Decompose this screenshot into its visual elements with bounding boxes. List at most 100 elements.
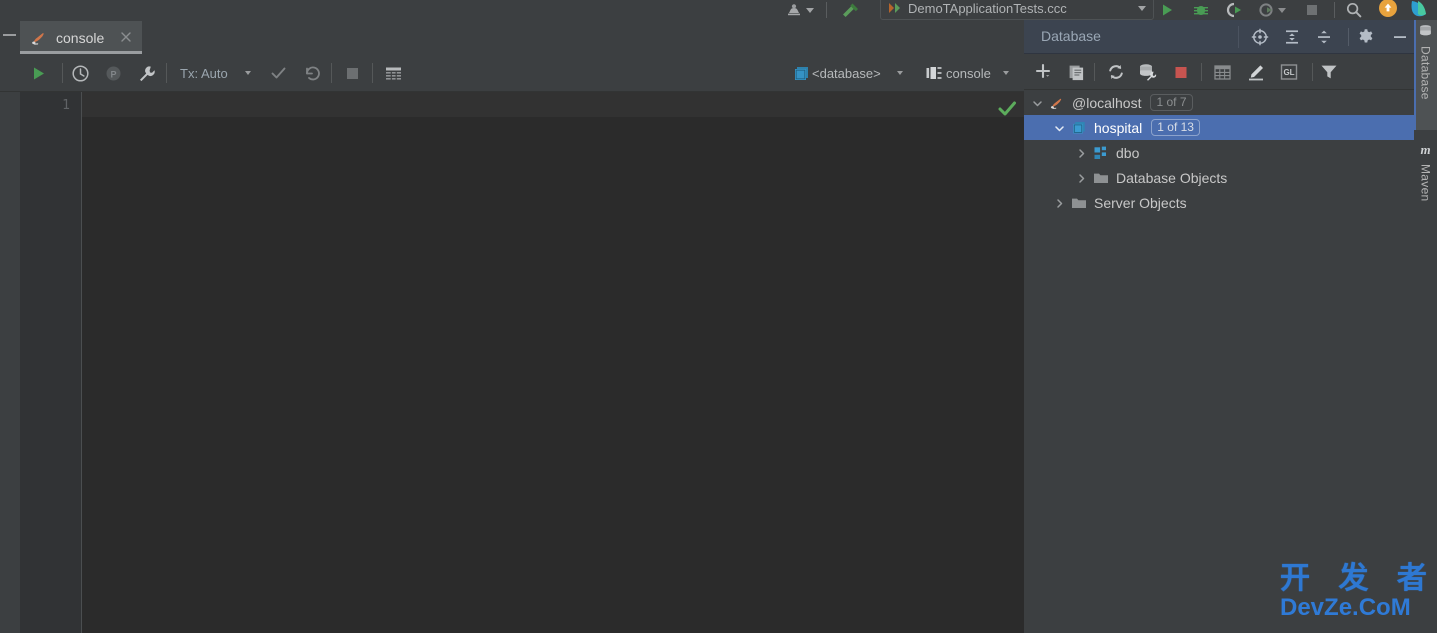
db-toolbar-sep-c (1312, 63, 1313, 81)
console-toolbar: P Tx: Auto <database> console (0, 54, 1024, 92)
svg-text:GL: GL (1283, 68, 1294, 77)
toolbar-sep-a (62, 63, 63, 83)
svg-text:P: P (110, 69, 116, 79)
tree-node-label: dbo (1116, 144, 1140, 161)
maven-m-icon: m (1418, 142, 1433, 160)
svg-text:m: m (1420, 142, 1430, 157)
ok-check-icon[interactable] (996, 98, 1018, 120)
chevron-right-icon[interactable] (1054, 197, 1065, 208)
stop-refresh-icon[interactable] (1170, 61, 1192, 83)
chevron-down-icon[interactable] (1138, 5, 1146, 11)
close-icon[interactable] (120, 31, 132, 43)
profiler-dropdown-caret[interactable] (806, 0, 814, 20)
tx-mode-label[interactable]: Tx: Auto (180, 54, 228, 92)
tree-node-badge: 1 of 7 (1150, 94, 1193, 111)
scroll-from-source-icon[interactable] (1250, 27, 1270, 47)
toolbar-sep-c (331, 63, 332, 83)
modify-object-icon[interactable] (1245, 61, 1267, 83)
build-hammer-icon[interactable] (840, 0, 862, 20)
open-gl-console-icon[interactable]: GL (1278, 61, 1300, 83)
synchronize-schema-icon[interactable] (1137, 61, 1159, 83)
rollback-icon[interactable] (300, 54, 324, 92)
session-icon[interactable] (924, 54, 944, 92)
run-with-coverage-icon[interactable] (1226, 0, 1246, 20)
tab-console[interactable]: console (20, 21, 142, 54)
profiler-icon[interactable] (786, 0, 806, 20)
database-stack-icon (1418, 24, 1433, 42)
tree-node-hospital[interactable]: hospital 1 of 13 (1024, 115, 1414, 140)
database-schema-icon (1071, 120, 1087, 136)
session-selector-caret-icon[interactable] (998, 54, 1014, 92)
open-tables-icon[interactable] (381, 54, 405, 92)
toolbar-separator (826, 2, 827, 18)
tree-node-server-objects[interactable]: Server Objects (1024, 190, 1414, 215)
db-toolbar-sep-a (1094, 63, 1095, 81)
mssql-datasource-icon (32, 32, 44, 45)
run-with-profiler-icon[interactable] (1258, 0, 1278, 20)
tree-node-label: hospital (1094, 119, 1143, 136)
tool-window-tab-maven[interactable]: m Maven (1414, 138, 1437, 238)
tree-node-label: Server Objects (1094, 194, 1187, 211)
application-icon[interactable] (1410, 0, 1432, 20)
duplicate-icon[interactable] (1065, 61, 1087, 83)
profiler-caret-icon[interactable] (1278, 0, 1286, 20)
database-tool-window: Database GL @localhost 1 of 7 hospital 1… (1024, 20, 1414, 633)
database-selector-caret-icon[interactable] (892, 54, 908, 92)
tool-window-tab-label: Maven (1418, 164, 1433, 202)
pause-parameters-icon[interactable]: P (101, 54, 125, 92)
collapse-all-icon[interactable] (1314, 27, 1334, 47)
add-new-icon[interactable] (1033, 61, 1055, 83)
search-everywhere-icon[interactable] (1345, 0, 1363, 20)
current-line-highlight (82, 92, 1024, 117)
collapse-left-icon[interactable] (3, 34, 16, 36)
stop-icon[interactable] (1304, 0, 1320, 20)
run-configuration-selector[interactable]: DemoTApplicationTests.ccc (880, 0, 1154, 20)
history-clock-icon[interactable] (68, 54, 92, 92)
chevron-right-icon[interactable] (1076, 147, 1087, 158)
chevron-right-icon[interactable] (1076, 172, 1087, 183)
toolbar-sep-b (166, 63, 167, 83)
gutter-divider (81, 92, 82, 633)
stop-square-icon[interactable] (340, 54, 364, 92)
toolbar-separator-2 (1334, 2, 1335, 18)
ide-window: DemoTApplicationTests.ccc console P Tx: … (0, 0, 1437, 633)
execute-run-icon[interactable] (26, 54, 52, 92)
database-panel-title: Database (1041, 28, 1101, 44)
debug-icon[interactable] (1192, 0, 1210, 20)
wrench-icon[interactable] (134, 54, 158, 92)
left-side-strip (0, 92, 20, 633)
refresh-icon[interactable] (1105, 61, 1127, 83)
database-panel-header: Database (1024, 20, 1414, 54)
filter-icon[interactable] (1318, 61, 1340, 83)
settings-gear-icon[interactable] (1356, 27, 1376, 47)
run-configuration-name: DemoTApplicationTests.ccc (908, 0, 1067, 16)
line-number: 1 (62, 98, 70, 113)
main-toolbar-strip: DemoTApplicationTests.ccc (0, 0, 1437, 20)
run-config-icon (889, 3, 900, 13)
hide-minimize-icon[interactable] (1390, 27, 1410, 47)
header-divider-2 (1348, 28, 1349, 46)
database-tree[interactable]: @localhost 1 of 7 hospital 1 of 13 dbo D… (1024, 90, 1414, 633)
schema-stack-icon[interactable] (790, 54, 812, 92)
session-selector-label[interactable]: console (946, 54, 991, 92)
commit-check-icon[interactable] (266, 54, 290, 92)
tab-console-label: console (56, 29, 105, 46)
sql-console-editor[interactable]: 1 (0, 92, 1024, 633)
tree-node-dbo[interactable]: dbo (1024, 140, 1414, 165)
chevron-down-icon[interactable] (1054, 122, 1065, 133)
run-icon[interactable] (1160, 0, 1176, 20)
update-badge-icon[interactable] (1378, 0, 1398, 20)
tool-window-tab-database[interactable]: Database (1414, 20, 1437, 130)
tree-node-database-objects[interactable]: Database Objects (1024, 165, 1414, 190)
tree-node-localhost[interactable]: @localhost 1 of 7 (1024, 90, 1414, 115)
jump-to-query-console-icon[interactable] (1212, 61, 1234, 83)
chevron-down-icon[interactable] (1032, 97, 1043, 108)
expand-all-icon[interactable] (1282, 27, 1302, 47)
tree-node-label: Database Objects (1116, 169, 1228, 186)
tool-window-tab-label: Database (1418, 46, 1433, 100)
editor-tab-bar: console (0, 20, 1024, 54)
tx-mode-caret-icon[interactable] (240, 54, 256, 92)
tree-node-badge: 1 of 13 (1151, 119, 1200, 136)
schema-icon (1093, 145, 1109, 161)
database-selector-label[interactable]: <database> (812, 54, 881, 92)
